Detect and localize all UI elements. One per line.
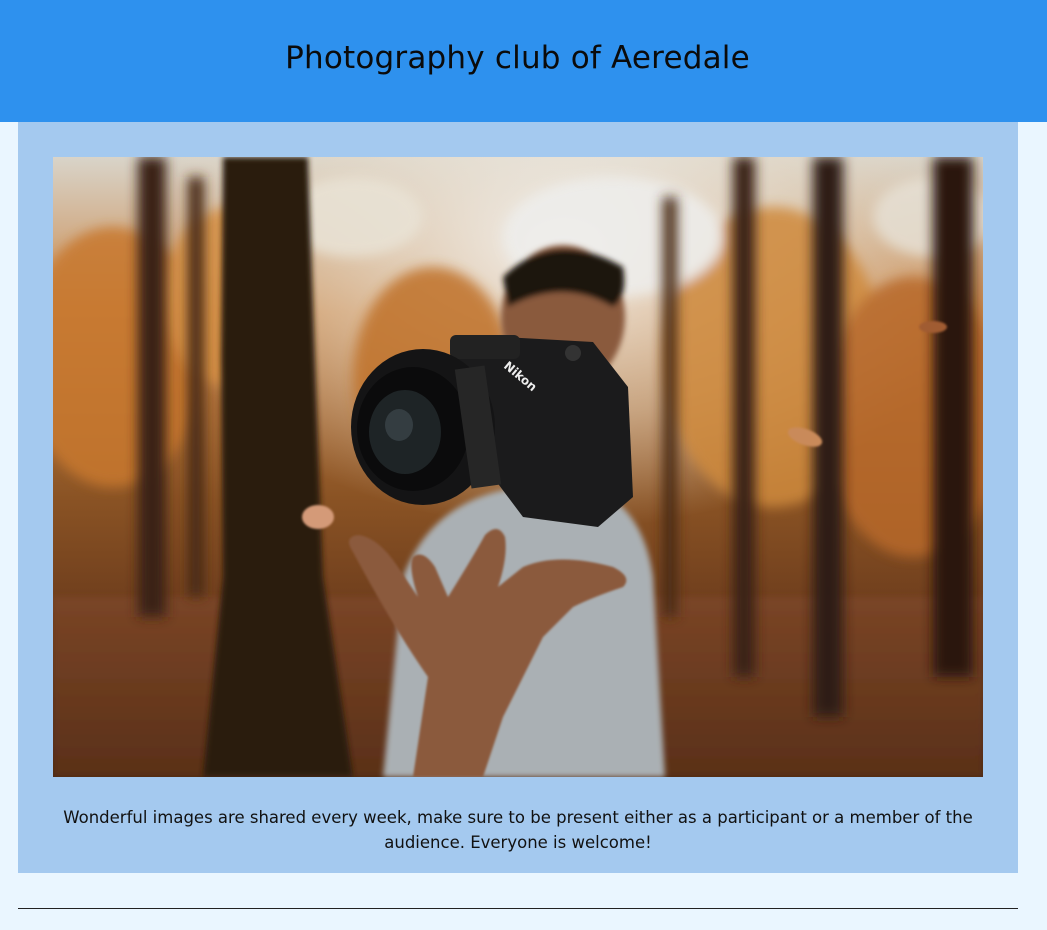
site-header: Photography club of Aeredale: [0, 0, 1047, 122]
footer-divider: [18, 908, 1018, 909]
photo-caption: Wonderful images are shared every week, …: [63, 807, 973, 852]
page-title: Photography club of Aeredale: [285, 40, 750, 76]
hero-photo: Nikon: [53, 157, 983, 777]
content-panel: Nikon Wonderful images are shared every …: [18, 122, 1018, 873]
